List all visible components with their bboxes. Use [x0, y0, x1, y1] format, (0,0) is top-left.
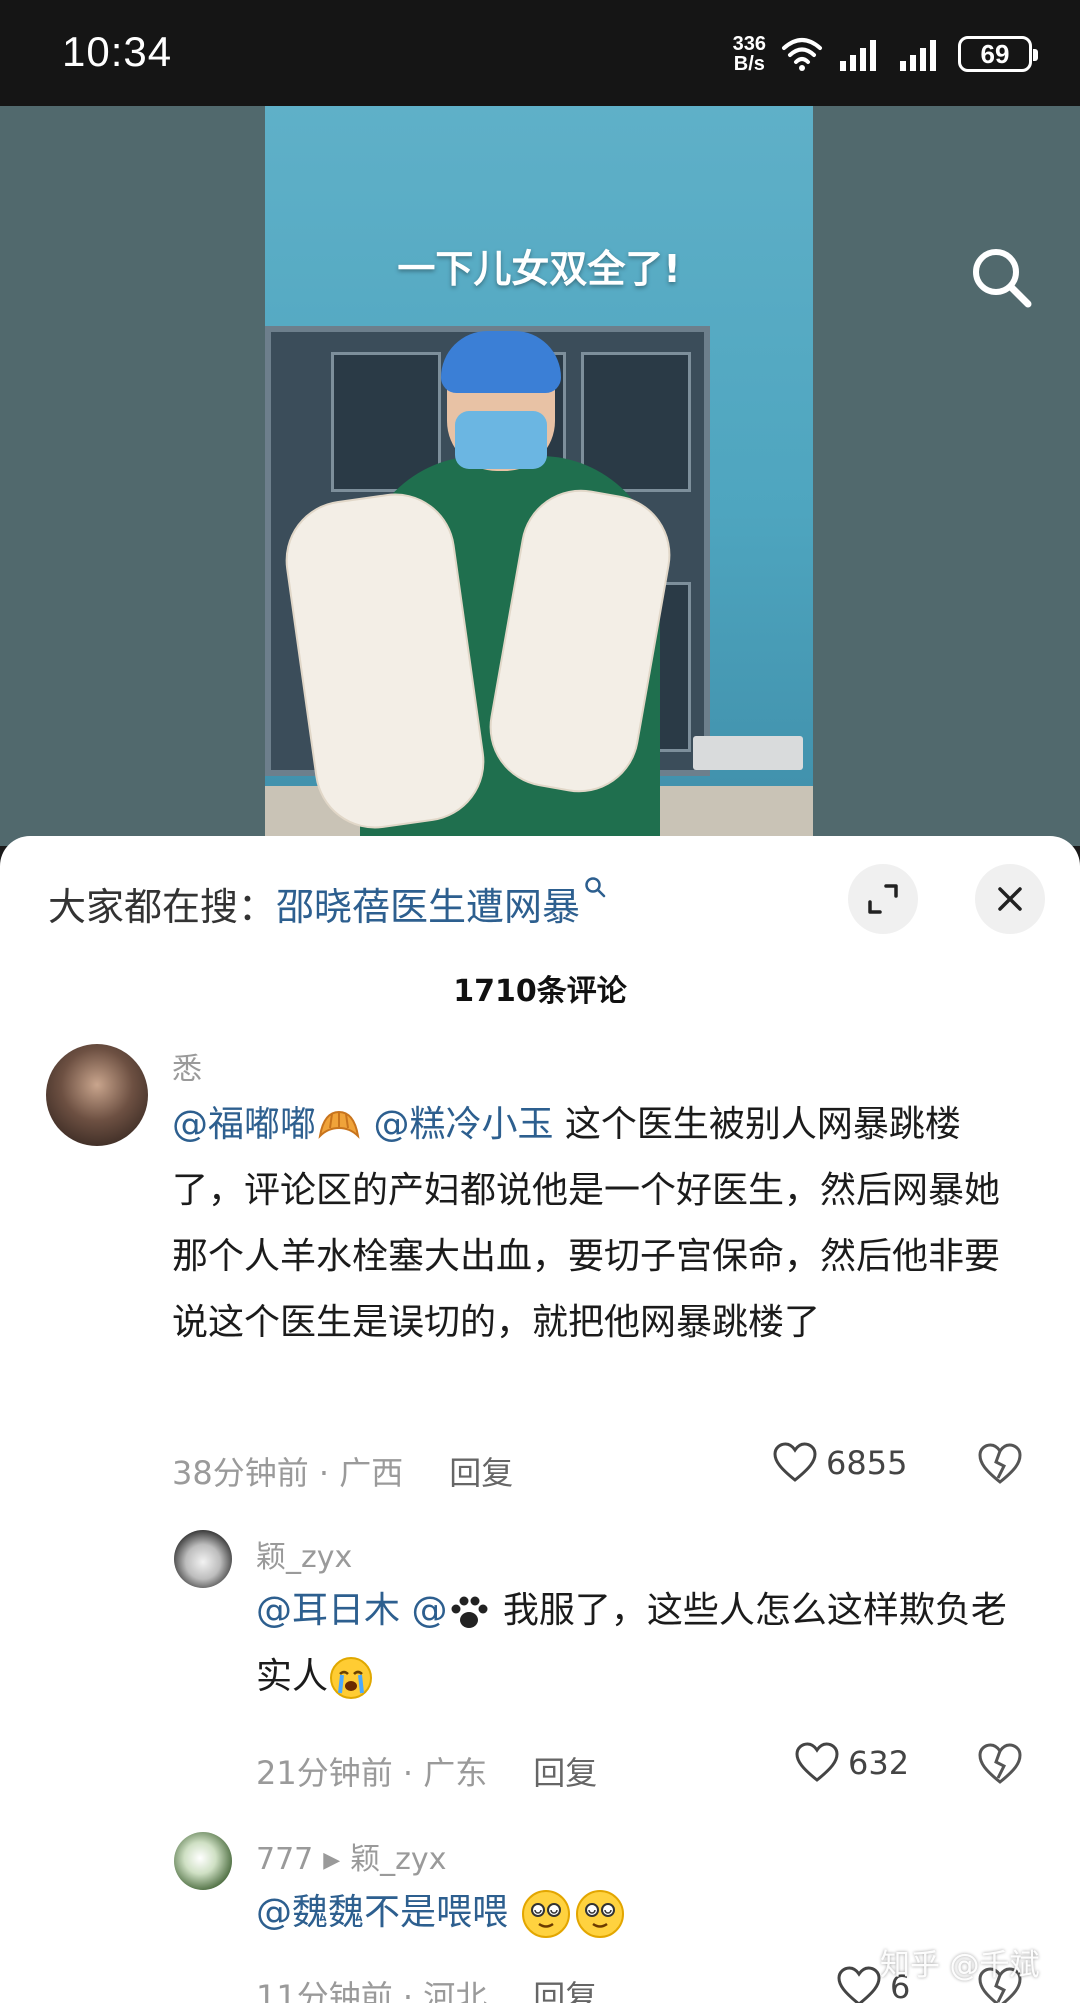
croissant-emoji-icon	[318, 1110, 360, 1139]
search-icon	[585, 877, 606, 898]
mention[interactable]: @福嘟嘟	[172, 1104, 316, 1145]
mention[interactable]: @魏魏不是喂喂	[256, 1892, 508, 1933]
reply-button[interactable]: 回复	[533, 1978, 597, 2003]
close-icon	[998, 887, 1022, 911]
comment-sheet: 大家都在搜：邵晓蓓医生遭网暴 1710条评论 悉 @福嘟嘟 @糕冷小玉 这个医生…	[0, 836, 1080, 2003]
comment-text: @耳日木 @ 我服了，这些人怎么这样欺负老实人	[256, 1578, 1036, 1710]
network-speed-value: 336	[732, 33, 766, 55]
video-outlet	[693, 736, 803, 770]
comment-time-location: 21分钟前 · 广东	[256, 1754, 488, 1792]
comment-meta: 11分钟前 · 河北 回复	[256, 1972, 597, 2003]
comment-reply-item: 颖_zyx @耳日木 @ 我服了，这些人怎么这样欺负老实人	[0, 1530, 1080, 1730]
avatar[interactable]	[174, 1832, 232, 1890]
dislike-heart-icon[interactable]	[976, 1440, 1024, 1488]
trending-search[interactable]: 大家都在搜：邵晓蓓医生遭网暴	[48, 876, 606, 931]
comment-text: @福嘟嘟 @糕冷小玉 这个医生被别人网暴跳楼了，评论区的产妇都说他是一个好医生，…	[172, 1092, 1032, 1356]
paw-emoji-icon	[451, 1596, 488, 1628]
comment-meta: 38分钟前 · 广西 回复	[172, 1448, 513, 1494]
watermark: 知乎 @千斌	[880, 1948, 1040, 1983]
reply-button[interactable]: 回复	[533, 1754, 597, 1792]
like-button[interactable]: 632	[794, 1742, 909, 1784]
video-caption: 一下儿女双全了!	[397, 247, 681, 291]
like-count: 6855	[826, 1444, 908, 1482]
search-icon[interactable]	[966, 242, 1036, 312]
mention[interactable]: @糕冷小玉	[373, 1104, 553, 1145]
expand-icon	[868, 884, 898, 914]
reply-arrow-icon: ▶	[323, 1848, 341, 1873]
heart-icon	[773, 1442, 817, 1482]
network-speed: 336 B/s	[733, 34, 766, 74]
comment-item: 悉 @福嘟嘟 @糕冷小玉 这个医生被别人网暴跳楼了，评论区的产妇都说他是一个好医…	[0, 1044, 1080, 1343]
trending-term[interactable]: 邵晓蓓医生遭网暴	[276, 885, 580, 929]
comment-count: 1710条评论	[453, 974, 627, 1009]
expand-button[interactable]	[848, 864, 918, 934]
dislike-heart-icon[interactable]	[976, 1740, 1024, 1788]
heart-icon	[795, 1742, 839, 1782]
avatar[interactable]	[46, 1044, 148, 1146]
close-button[interactable]	[975, 864, 1045, 934]
crying-emoji-icon	[330, 1657, 373, 1699]
trending-label: 大家都在搜：	[48, 885, 277, 929]
battery-level: 69	[980, 38, 1010, 69]
comment-meta: 21分钟前 · 广东 回复	[256, 1748, 597, 1794]
reply-to-username[interactable]: 颖_zyx	[350, 1842, 446, 1877]
status-bar: 10:34 336 B/s 69	[0, 0, 1080, 106]
dizzy-face-emoji-icon	[522, 1890, 571, 1938]
status-icons: 336 B/s 69	[733, 30, 1038, 78]
avatar[interactable]	[174, 1530, 232, 1588]
dizzy-face-emoji-icon	[576, 1890, 625, 1938]
comment-username[interactable]: 颖_zyx	[256, 1532, 352, 1576]
comment-username: 777 ▶ 颖_zyx	[256, 1834, 446, 1878]
wifi-icon	[782, 38, 822, 71]
battery-indicator: 69	[958, 36, 1038, 72]
mention[interactable]: @	[411, 1590, 447, 1631]
heart-icon	[837, 1966, 881, 2003]
video-player[interactable]: 一下儿女双全了!	[0, 106, 1080, 846]
comment-time-location: 11分钟前 · 河北	[256, 1978, 488, 2003]
like-count: 632	[848, 1744, 910, 1782]
signal-icon-2	[900, 40, 936, 71]
signal-icon-1	[840, 40, 876, 71]
like-button[interactable]: 6855	[772, 1442, 907, 1484]
comment-text: @魏魏不是喂喂	[256, 1880, 1036, 1946]
comment-username[interactable]: 悉	[172, 1044, 202, 1088]
comment-username-text[interactable]: 777	[256, 1842, 313, 1877]
mention[interactable]: @耳日木	[256, 1590, 400, 1631]
reply-button[interactable]: 回复	[449, 1454, 513, 1492]
network-speed-unit: B/s	[733, 53, 765, 75]
comment-time-location: 38分钟前 · 广西	[172, 1454, 404, 1492]
status-time: 10:34	[62, 28, 173, 75]
video-frame	[265, 106, 813, 846]
